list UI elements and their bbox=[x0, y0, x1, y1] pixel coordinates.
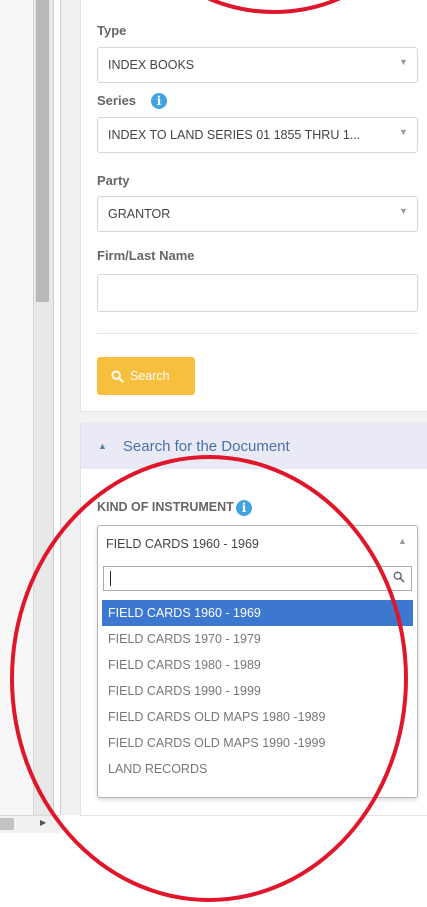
horizontal-scrollbar-thumb[interactable] bbox=[0, 818, 14, 830]
form-divider bbox=[97, 333, 418, 334]
series-label: Series bbox=[97, 93, 137, 108]
dropdown-option[interactable]: LAND RECORDS bbox=[102, 756, 413, 782]
series-select-value: INDEX TO LAND SERIES 01 1855 THRU 1... bbox=[108, 128, 361, 142]
instrument-selected-value[interactable]: FIELD CARDS 1960 - 1969 bbox=[98, 526, 417, 561]
search-icon bbox=[393, 571, 405, 583]
chevron-down-icon: ▼ bbox=[399, 127, 408, 137]
search-button[interactable]: Search bbox=[97, 357, 195, 395]
chevron-up-icon: ▲ bbox=[398, 536, 407, 546]
collapse-icon: ▲ bbox=[98, 441, 107, 451]
party-select[interactable]: GRANTOR bbox=[97, 196, 418, 232]
type-select-value: INDEX BOOKS bbox=[108, 58, 195, 72]
text-cursor bbox=[110, 571, 111, 586]
instrument-dropdown[interactable]: FIELD CARDS 1960 - 1969 ▲ FIELD CARDS 19… bbox=[97, 525, 418, 798]
vertical-scrollbar-thumb[interactable] bbox=[36, 0, 49, 302]
dropdown-option[interactable]: FIELD CARDS 1990 - 1999 bbox=[102, 678, 413, 704]
info-icon[interactable]: i bbox=[236, 500, 252, 516]
firm-last-name-label: Firm/Last Name bbox=[97, 248, 195, 263]
scroll-right-arrow-icon[interactable]: ▶ bbox=[40, 818, 46, 827]
chevron-down-icon: ▼ bbox=[399, 206, 408, 216]
party-select-value: GRANTOR bbox=[108, 207, 171, 221]
left-margin bbox=[0, 0, 33, 815]
dropdown-option[interactable]: FIELD CARDS 1980 - 1989 bbox=[102, 652, 413, 678]
party-label: Party bbox=[97, 173, 130, 188]
section-title: Search for the Document bbox=[122, 437, 290, 455]
dropdown-option[interactable]: FIELD CARDS OLD MAPS 1980 -1989 bbox=[102, 704, 413, 730]
dropdown-search-input[interactable] bbox=[103, 566, 412, 591]
firm-last-name-input[interactable] bbox=[97, 274, 418, 312]
section-header[interactable]: ▲ Search for the Document bbox=[81, 423, 427, 469]
dropdown-option[interactable]: FIELD CARDS 1970 - 1979 bbox=[102, 626, 413, 652]
dropdown-option[interactable]: FIELD CARDS 1960 - 1969 bbox=[102, 600, 413, 626]
series-select[interactable]: INDEX TO LAND SERIES 01 1855 THRU 1... bbox=[97, 117, 418, 153]
instrument-label: KIND OF INSTRUMENT bbox=[97, 500, 234, 514]
dropdown-option[interactable]: FIELD CARDS OLD MAPS 1990 -1999 bbox=[102, 730, 413, 756]
search-icon bbox=[111, 369, 124, 383]
search-button-label: Search bbox=[130, 369, 170, 383]
info-icon[interactable]: i bbox=[151, 93, 167, 109]
type-select[interactable]: INDEX BOOKS bbox=[97, 47, 418, 83]
type-label: Type bbox=[97, 23, 127, 38]
chevron-down-icon: ▼ bbox=[399, 57, 408, 67]
